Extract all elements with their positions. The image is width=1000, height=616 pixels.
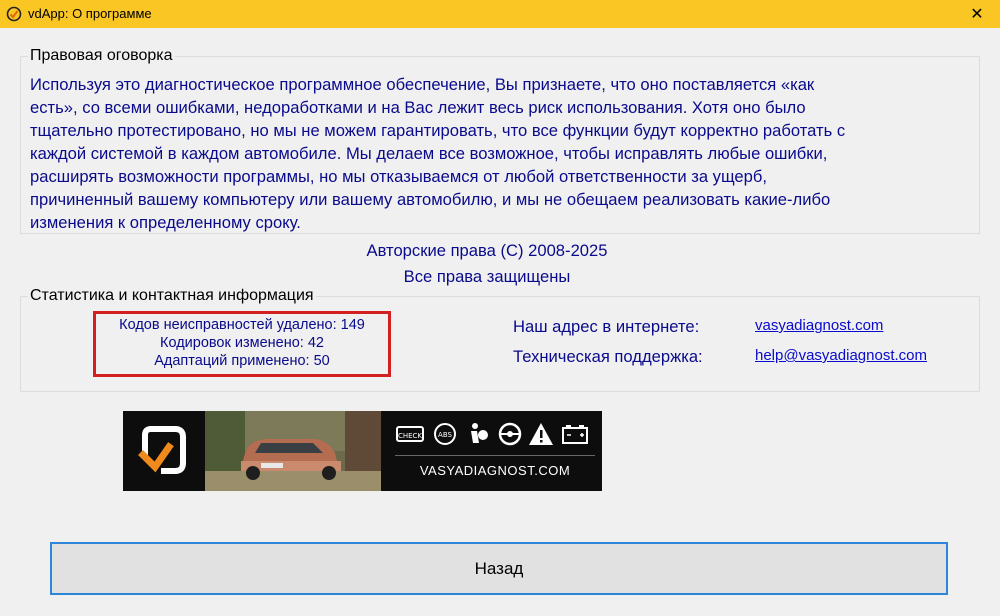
check-engine-icon: CHECK [396,426,424,442]
title-bar: vdApp: О программе ✕ [0,0,1000,28]
legal-line: каждой системой в каждом автомобиле. Мы … [30,144,828,163]
back-button[interactable]: Назад [50,542,948,595]
close-button[interactable]: ✕ [954,0,1000,28]
dashboard-icons-row: CHECK ABS [396,422,588,446]
legal-text: Используя это диагностическое программно… [30,73,970,234]
app-logo-icon [6,6,22,22]
abs-icon: ABS [434,423,456,445]
adaptations-applied-stat: Адаптаций применено: 50 [154,353,330,369]
website-link[interactable]: vasyadiagnost.com [755,317,883,334]
back-button-label: Назад [474,558,524,578]
warning-triangle-icon [529,423,553,445]
dtc-removed-stat: Кодов неисправностей удалено: 149 [119,317,365,333]
website-label: Наш адрес в интернете: [513,317,700,336]
legal-line: есть», со всеми ошибками, недоработками … [30,98,806,117]
stats-heading: Статистика и контактная информация [28,287,316,305]
window-title: vdApp: О программе [28,6,152,21]
legal-heading: Правовая оговорка [28,47,175,65]
battery-icon [562,425,588,444]
legal-line: Используя это диагностическое программно… [30,75,815,94]
legal-line: тщательно протестировано, но мы не можем… [30,121,846,140]
steering-wheel-icon [498,422,522,446]
codings-changed-stat: Кодировок изменено: 42 [160,335,324,351]
support-label: Техническая поддержка: [513,347,703,366]
support-email-link[interactable]: help@vasyadiagnost.com [755,347,927,364]
svg-text:CHECK: CHECK [398,432,422,440]
brand-logo-icon [123,411,205,491]
car-photo [205,411,381,491]
legal-line: изменения к определенному сроку. [30,213,301,232]
close-icon: ✕ [970,6,984,23]
svg-text:ABS: ABS [438,431,452,439]
airbag-icon [471,423,488,443]
about-window: Правовая оговорка Используя это диагност… [0,28,1000,616]
brand-text: VASYADIAGNOST.COM [419,463,571,478]
rights-reserved-line: Все права защищены [403,267,571,286]
legal-line: расширять возможности программы, но мы о… [30,167,768,186]
stats-highlight-box: Кодов неисправностей удалено: 149 Кодиро… [93,311,391,377]
legal-line: причиненный вашему компьютеру или вашему… [30,190,831,209]
banner-divider [395,455,595,456]
brand-banner: CHECK ABS VASYADIAGNOST.COM [123,411,602,491]
copyright-line: Авторские права (С) 2008-2025 [366,241,608,260]
